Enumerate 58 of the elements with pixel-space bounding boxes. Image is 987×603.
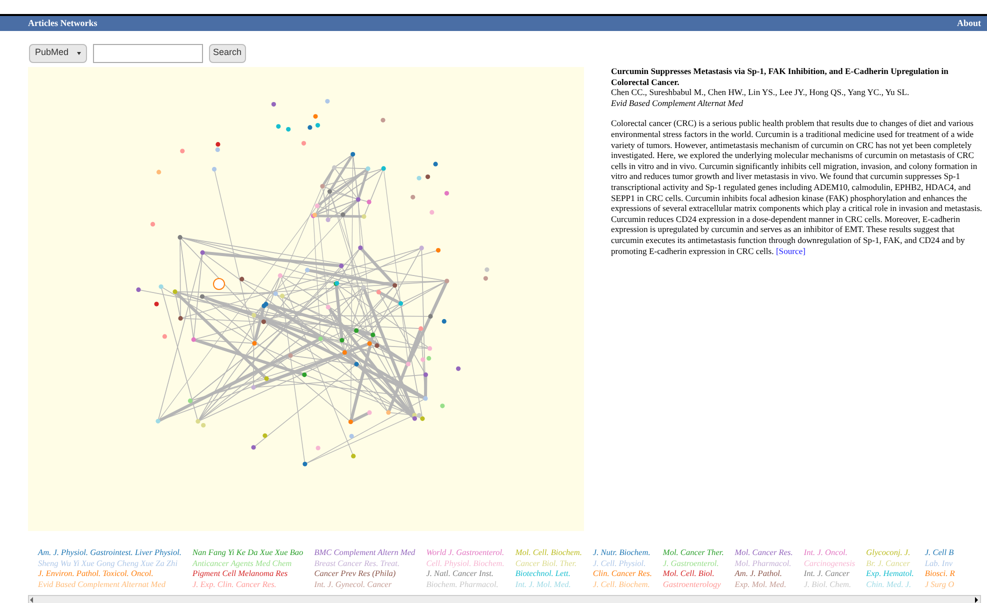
legend-item[interactable]: Mol. Cancer Ther. <box>662 548 724 559</box>
legend-item[interactable]: Cancer Biol. Ther. <box>515 558 582 570</box>
legend-item[interactable]: J. Natl. Cancer Inst. <box>426 569 504 580</box>
legend-item[interactable]: Mol. Cell. Biochem. <box>515 548 582 559</box>
legend-item[interactable]: Pigment Cell Melanoma Res <box>192 569 304 580</box>
legend-item[interactable]: Chin. Med. J. <box>866 580 914 591</box>
legend-item[interactable]: Int. J. Cancer <box>804 569 856 580</box>
legend-item[interactable]: Biochem. Pharmacol. <box>426 580 504 591</box>
legend-item[interactable]: J. Cell. Physiol. <box>592 558 652 570</box>
legend-item[interactable]: BMC Complement Altern Med <box>314 548 416 559</box>
legend-item[interactable]: Int. J. Mol. Med. <box>515 580 582 591</box>
legend-item[interactable]: Nan Fang Yi Ke Da Xue Xue Bao <box>192 548 304 559</box>
article-authors: Chen CC., Sureshbabul M., Chen HW., Lin YS., Lee JY., Hong QS., Yang YC., Yu SL. <box>611 87 910 98</box>
about-link[interactable]: About <box>956 16 981 30</box>
legend-item[interactable]: Am. J. Pathol. <box>734 569 793 580</box>
legend-item[interactable]: Mol. Cell. Biol. <box>662 569 724 580</box>
legend-item[interactable]: Breast Cancer Res. Treat. <box>314 558 416 570</box>
article-abstract: Colorectal cancer (CRC) is a serious public health problem that results due to changes of diet and various environmental stress factors in the world. Curcumin is a traditional medicine used for treatment of a wide variety of tumors. However, antimetastasis mechanism of curcumin on CRC has not yet been completely investigated. Here, we explored the underlying molecular mechanisms of curcumin on metastasis of CRC cells in vitro and in vivo. Curcumin significantly inhibits cell migration, invasion, and colony formation in vitro and reduces tumor growth and liver metastasis in vivo. We found that curcumin suppresses Sp-1 transcriptional activity and Sp-1 regulated genes including ADEM10, calmodulin, EPHB2, HDAC4, and SEPP1 in CRC cells. Curcumin inhibits focal adhesion kinase (FAK) phosphorylation and enhances the expressions of several extracellular matrix components which play a critical role in invasion and metastasis. Curcumin reduces CD24 expression in a dose-dependent manner in CRC cells. Moreover, E-cadherin expression is upregulated by curcumin and serves as an inhibitor of EMT. These results suggest that curcumin executes its antimetastasis function through downregulation of Sp-1, FAK, and CD24 and by promoting E-cadherin expression in CRC cells. [Source] <box>611 118 983 256</box>
caret-icon <box>77 52 81 54</box>
legend-item[interactable]: J. Gastroenterol. <box>662 558 724 570</box>
legend-item[interactable]: Evid Based Complement Alternat Med <box>38 580 182 591</box>
scroll-right-icon[interactable] <box>975 596 978 602</box>
legend-item[interactable]: Glycoconj. J. <box>866 548 914 559</box>
horizontal-scrollbar[interactable] <box>28 595 981 603</box>
legend-item[interactable]: Biotechnol. Lett. <box>515 569 582 580</box>
legend-item[interactable]: World J. Gastroenterol. <box>426 548 504 559</box>
article-journal: Evid Based Complement Alternat Med <box>611 98 744 108</box>
legend-item[interactable]: J. Environ. Pathol. Toxicol. Oncol. <box>38 569 182 580</box>
legend-item[interactable]: Clin. Cancer Res. <box>592 569 652 580</box>
app-title: Articles Networks <box>28 16 98 30</box>
legend-item[interactable]: Gastroenterology <box>662 580 724 591</box>
legend-item[interactable]: J Surg O <box>924 580 955 591</box>
legend-item[interactable]: J. Cell B <box>924 548 955 559</box>
legend-item[interactable]: Biosci. R <box>924 569 955 580</box>
legend-item[interactable]: Exp. Mol. Med. <box>734 580 793 591</box>
article-title: Curcumin Suppresses Metastasis via Sp-1, FAK Inhibition, and E-Cadherin Upregulation in Colorectal Cancer. <box>611 66 950 88</box>
search-button[interactable]: Search <box>209 44 246 62</box>
legend-item[interactable]: Lab. Inv <box>924 558 955 570</box>
legend-item[interactable]: Int. J. Oncol. <box>804 548 856 559</box>
source-dropdown[interactable]: PubMed <box>29 44 87 62</box>
legend-item[interactable]: J. Nutr. Biochem. <box>592 548 652 559</box>
legend-item[interactable]: Cancer Prev Res (Phila) <box>314 569 416 580</box>
search-field[interactable] <box>93 44 203 62</box>
legend-item[interactable]: Anticancer Agents Med Chem <box>192 558 304 570</box>
scroll-left-icon[interactable] <box>30 596 33 602</box>
legend-item[interactable]: Br. J. Cancer <box>866 558 914 570</box>
legend-item[interactable]: Sheng Wu Yi Xue Gong Cheng Xue Za Zhi <box>38 558 182 570</box>
legend-item[interactable]: Am. J. Physiol. Gastrointest. Liver Physiol. <box>38 548 182 559</box>
legend-item[interactable]: J. Exp. Clin. Cancer Res. <box>192 580 304 591</box>
legend-item[interactable]: Mol. Cancer Res. <box>734 548 793 559</box>
legend-item[interactable]: J. Biol. Chem. <box>804 580 856 591</box>
legend-item[interactable]: Exp. Hematol. <box>866 569 914 580</box>
legend-item[interactable]: J. Cell. Biochem. <box>592 580 652 591</box>
legend-item[interactable]: Carcinogenesis <box>804 558 856 570</box>
legend-item[interactable]: Int. J. Gynecol. Cancer <box>314 580 416 591</box>
source-link[interactable]: [Source] <box>776 246 806 256</box>
legend-item[interactable]: Mol. Pharmacol. <box>734 558 793 570</box>
legend-item[interactable]: Cell. Physiol. Biochem. <box>426 558 504 570</box>
